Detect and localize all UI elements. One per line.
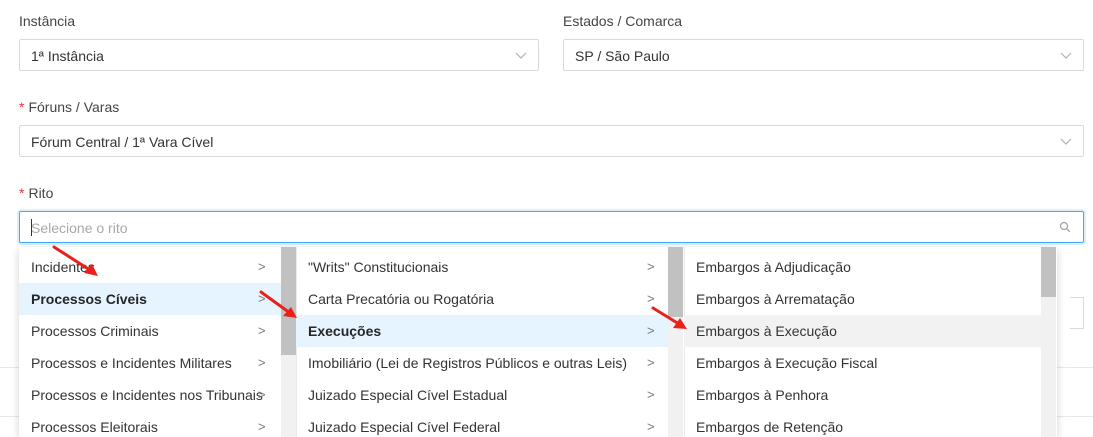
chevron-right-icon: >	[258, 355, 266, 370]
estados-label: Estados / Comarca	[563, 13, 683, 29]
rito-placeholder: Selecione o rito	[31, 220, 128, 236]
required-mark: *	[19, 99, 25, 115]
foruns-label: * Fóruns / Varas	[19, 99, 120, 115]
chevron-right-icon: >	[258, 259, 266, 274]
cascader-option-embargos-arrematacao[interactable]: Embargos à Arrematação	[684, 283, 1041, 315]
cascader-option-writs[interactable]: "Writs" Constitucionais >	[296, 251, 668, 283]
cascader-column-3: Embargos à Adjudicação Embargos à Arrema…	[684, 247, 1057, 437]
cascader-option-embargos-adjudicacao[interactable]: Embargos à Adjudicação	[684, 251, 1041, 283]
instancia-value: 1ª Instância	[31, 48, 104, 64]
annotation-arrow-icon	[651, 306, 687, 329]
hidden-field-edge	[1070, 297, 1084, 329]
cascader-option-eleitorais[interactable]: Processos Eleitorais >	[19, 411, 281, 437]
instancia-select[interactable]: 1ª Instância	[19, 39, 539, 71]
search-icon	[1059, 221, 1071, 233]
cascader-option-embargos-execucao-fiscal[interactable]: Embargos à Execução Fiscal	[684, 347, 1041, 379]
chevron-down-icon	[1060, 138, 1072, 145]
annotation-arrow-icon	[259, 290, 297, 318]
chevron-right-icon: >	[258, 419, 266, 434]
cascader-option-processos-civeis[interactable]: Processos Cíveis >	[19, 283, 281, 315]
foruns-select[interactable]: Fórum Central / 1ª Vara Cível	[19, 125, 1084, 157]
cascader-option-embargos-retencao[interactable]: Embargos de Retenção	[684, 411, 1041, 437]
chevron-right-icon: >	[647, 259, 655, 274]
cascader-option-execucoes[interactable]: Execuções >	[296, 315, 668, 347]
estados-value: SP / São Paulo	[575, 48, 670, 64]
chevron-right-icon: >	[647, 387, 655, 402]
scrollbar-thumb[interactable]	[1041, 247, 1056, 297]
cascader-option-imobiliario[interactable]: Imobiliário (Lei de Registros Públicos e…	[296, 347, 668, 379]
cascader-option-juizado-estadual[interactable]: Juizado Especial Cível Estadual >	[296, 379, 668, 411]
column-1-scrollbar[interactable]	[281, 247, 296, 437]
estados-select[interactable]: SP / São Paulo	[563, 39, 1084, 71]
cascader-column-2: "Writs" Constitucionais > Carta Precatór…	[296, 247, 685, 437]
rito-label: * Rito	[19, 185, 54, 201]
cascader-option-embargos-penhora[interactable]: Embargos à Penhora	[684, 379, 1041, 411]
cascader-option-carta-precatoria[interactable]: Carta Precatória ou Rogatória >	[296, 283, 668, 315]
foruns-value: Fórum Central / 1ª Vara Cível	[31, 134, 214, 150]
instancia-label: Instância	[19, 13, 76, 29]
chevron-right-icon: >	[647, 355, 655, 370]
chevron-down-icon	[1060, 52, 1072, 59]
column-2-scrollbar[interactable]	[668, 247, 683, 437]
cascader-option-juizado-federal[interactable]: Juizado Especial Cível Federal >	[296, 411, 668, 437]
chevron-right-icon: >	[258, 387, 266, 402]
annotation-arrow-icon	[52, 245, 98, 276]
rito-search-input[interactable]: Selecione o rito	[19, 211, 1084, 243]
column-3-scrollbar[interactable]	[1041, 247, 1056, 437]
cascader-option-embargos-execucao[interactable]: Embargos à Execução	[684, 315, 1041, 347]
chevron-down-icon	[515, 52, 527, 59]
required-mark: *	[19, 185, 25, 201]
rito-cascader-dropdown: Incidentes > Processos Cíveis > Processo…	[19, 247, 1057, 437]
cascader-option-processos-criminais[interactable]: Processos Criminais >	[19, 315, 281, 347]
cascader-option-tribunais[interactable]: Processos e Incidentes nos Tribunais >	[19, 379, 281, 411]
cascader-option-militares[interactable]: Processos e Incidentes Militares >	[19, 347, 281, 379]
text-caret	[31, 219, 32, 236]
chevron-right-icon: >	[647, 419, 655, 434]
